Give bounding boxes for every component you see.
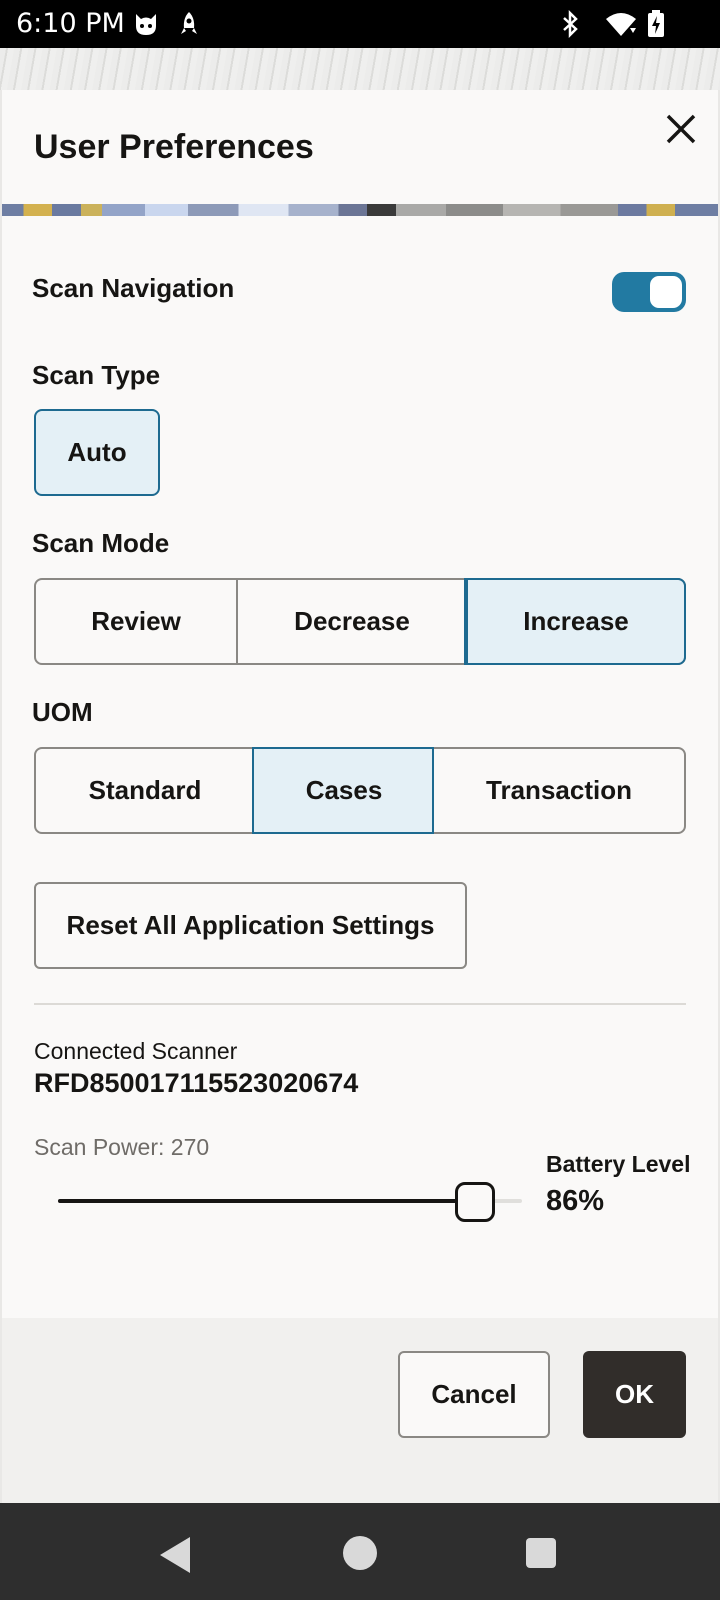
scan-power-slider-thumb[interactable] [455, 1182, 495, 1222]
close-button[interactable] [656, 104, 706, 154]
battery-charging-icon [646, 10, 666, 43]
close-icon [666, 114, 696, 144]
bluetooth-icon [560, 9, 580, 43]
cat-face-icon [132, 10, 160, 43]
scanner-id: RFD850017115523020674 [34, 1068, 359, 1098]
status-time: 6:10 PM [16, 8, 125, 39]
ok-button[interactable]: OK [583, 1351, 686, 1438]
scan-power-label: Scan Power: 270 [34, 1134, 210, 1160]
scan-navigation-label: Scan Navigation [32, 273, 235, 303]
wifi-icon [604, 10, 638, 43]
background-pattern [0, 48, 720, 90]
dialog-title: User Preferences [34, 128, 314, 166]
battery-level-value: 86% [546, 1185, 605, 1217]
home-icon[interactable] [343, 1536, 377, 1570]
rocket-icon [178, 10, 200, 43]
decorative-banner [2, 204, 718, 216]
scan-mode-review-button[interactable]: Review [36, 580, 238, 663]
toggle-knob [650, 276, 682, 308]
battery-level-label: Battery Level [546, 1151, 691, 1177]
uom-cases-button[interactable]: Cases [254, 749, 434, 832]
scan-mode-label: Scan Mode [32, 528, 170, 558]
scan-type-auto-button[interactable]: Auto [34, 409, 160, 496]
recent-apps-icon[interactable] [526, 1538, 556, 1568]
divider [34, 1003, 686, 1005]
reset-settings-button[interactable]: Reset All Application Settings [34, 882, 467, 969]
scan-navigation-toggle[interactable] [612, 272, 686, 312]
uom-segmented-control: Standard Cases Transaction [34, 747, 686, 834]
scan-type-label: Scan Type [32, 360, 161, 390]
uom-label: UOM [32, 697, 93, 727]
system-nav-bar [0, 1503, 720, 1600]
scan-mode-segmented-control: Review Decrease Increase [34, 578, 686, 665]
back-icon[interactable] [160, 1537, 190, 1573]
connected-scanner-label: Connected Scanner [34, 1038, 238, 1064]
cancel-button[interactable]: Cancel [398, 1351, 550, 1438]
scan-power-slider-fill [58, 1199, 476, 1203]
scan-mode-decrease-button[interactable]: Decrease [238, 580, 466, 663]
scan-mode-increase-button[interactable]: Increase [466, 580, 684, 663]
uom-transaction-button[interactable]: Transaction [434, 749, 684, 832]
uom-standard-button[interactable]: Standard [36, 749, 254, 832]
status-bar: 6:10 PM [0, 0, 720, 48]
